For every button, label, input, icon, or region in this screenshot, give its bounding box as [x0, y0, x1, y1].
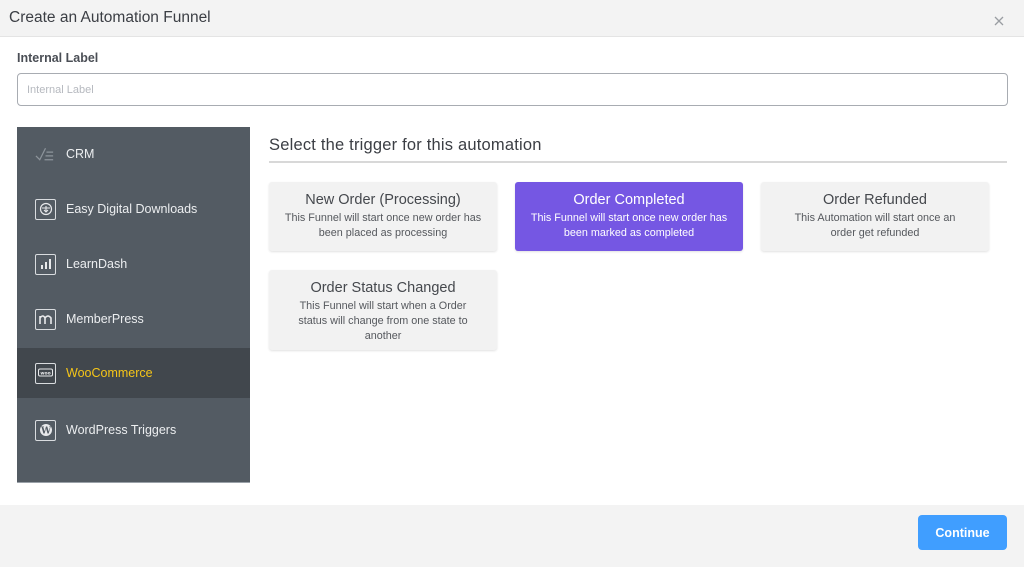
sidebar-item-label: WooCommerce [66, 366, 153, 380]
memberpress-icon [35, 308, 56, 330]
internal-label-heading: Internal Label [17, 51, 99, 65]
sidebar-item-label: Easy Digital Downloads [66, 202, 198, 216]
woocommerce-icon: woo [35, 362, 56, 384]
internal-label-input[interactable] [17, 73, 1008, 106]
trigger-card-order-refunded[interactable]: Order Refunded This Automation will star… [761, 182, 989, 251]
trigger-card-order-completed[interactable]: Order Completed This Funnel will start o… [515, 182, 743, 251]
trigger-card-new-order-processing[interactable]: New Order (Processing) This Funnel will … [269, 182, 497, 251]
modal-footer: Continue [0, 505, 1024, 567]
trigger-card-order-status-changed[interactable]: Order Status Changed This Funnel will st… [269, 270, 497, 350]
wordpress-icon: W [35, 419, 56, 441]
continue-button[interactable]: Continue [918, 515, 1007, 550]
sidebar-item-label: CRM [66, 147, 95, 161]
close-button[interactable] [992, 14, 1006, 28]
sidebar-item-easy-digital-downloads[interactable]: Easy Digital Downloads [17, 184, 250, 234]
edd-icon [35, 198, 56, 220]
trigger-title: Order Refunded [823, 192, 927, 208]
sidebar-item-learndash[interactable]: LearnDash [17, 239, 250, 289]
sidebar-item-label: MemberPress [66, 312, 144, 326]
trigger-title: Order Completed [573, 192, 685, 208]
trigger-description: This Funnel will start when a Order stat… [298, 300, 468, 342]
sidebar-item-crm[interactable]: CRM [17, 129, 250, 179]
sidebar-item-wordpress-triggers[interactable]: W WordPress Triggers [17, 405, 250, 455]
learndash-chart-icon [35, 253, 56, 275]
svg-text:woo: woo [40, 372, 50, 377]
close-icon [994, 16, 1004, 26]
modal-header: Create an Automation Funnel [0, 0, 1024, 37]
svg-text:W: W [39, 427, 51, 437]
automation-funnel-modal: Create an Automation Funnel Internal Lab… [0, 0, 1024, 567]
sidebar-item-label: WordPress Triggers [66, 423, 177, 437]
crm-check-list-icon [35, 144, 56, 165]
trigger-description: This Funnel will start once new order ha… [530, 212, 728, 239]
modal-title: Create an Automation Funnel [9, 9, 211, 26]
sidebar-item-memberpress[interactable]: MemberPress [17, 294, 250, 344]
integration-sidebar: CRM Easy Digital Downloads LearnDash Mem… [17, 127, 250, 483]
sidebar-item-woocommerce[interactable]: woo WooCommerce [17, 348, 250, 398]
section-divider [269, 161, 1007, 163]
trigger-title: New Order (Processing) [305, 192, 461, 208]
sidebar-item-label: LearnDash [66, 257, 128, 271]
trigger-description: This Funnel will start once new order ha… [284, 212, 482, 239]
trigger-section-title: Select the trigger for this automation [269, 136, 542, 154]
trigger-title: Order Status Changed [310, 280, 456, 296]
trigger-description: This Automation will start once an order… [794, 212, 956, 239]
